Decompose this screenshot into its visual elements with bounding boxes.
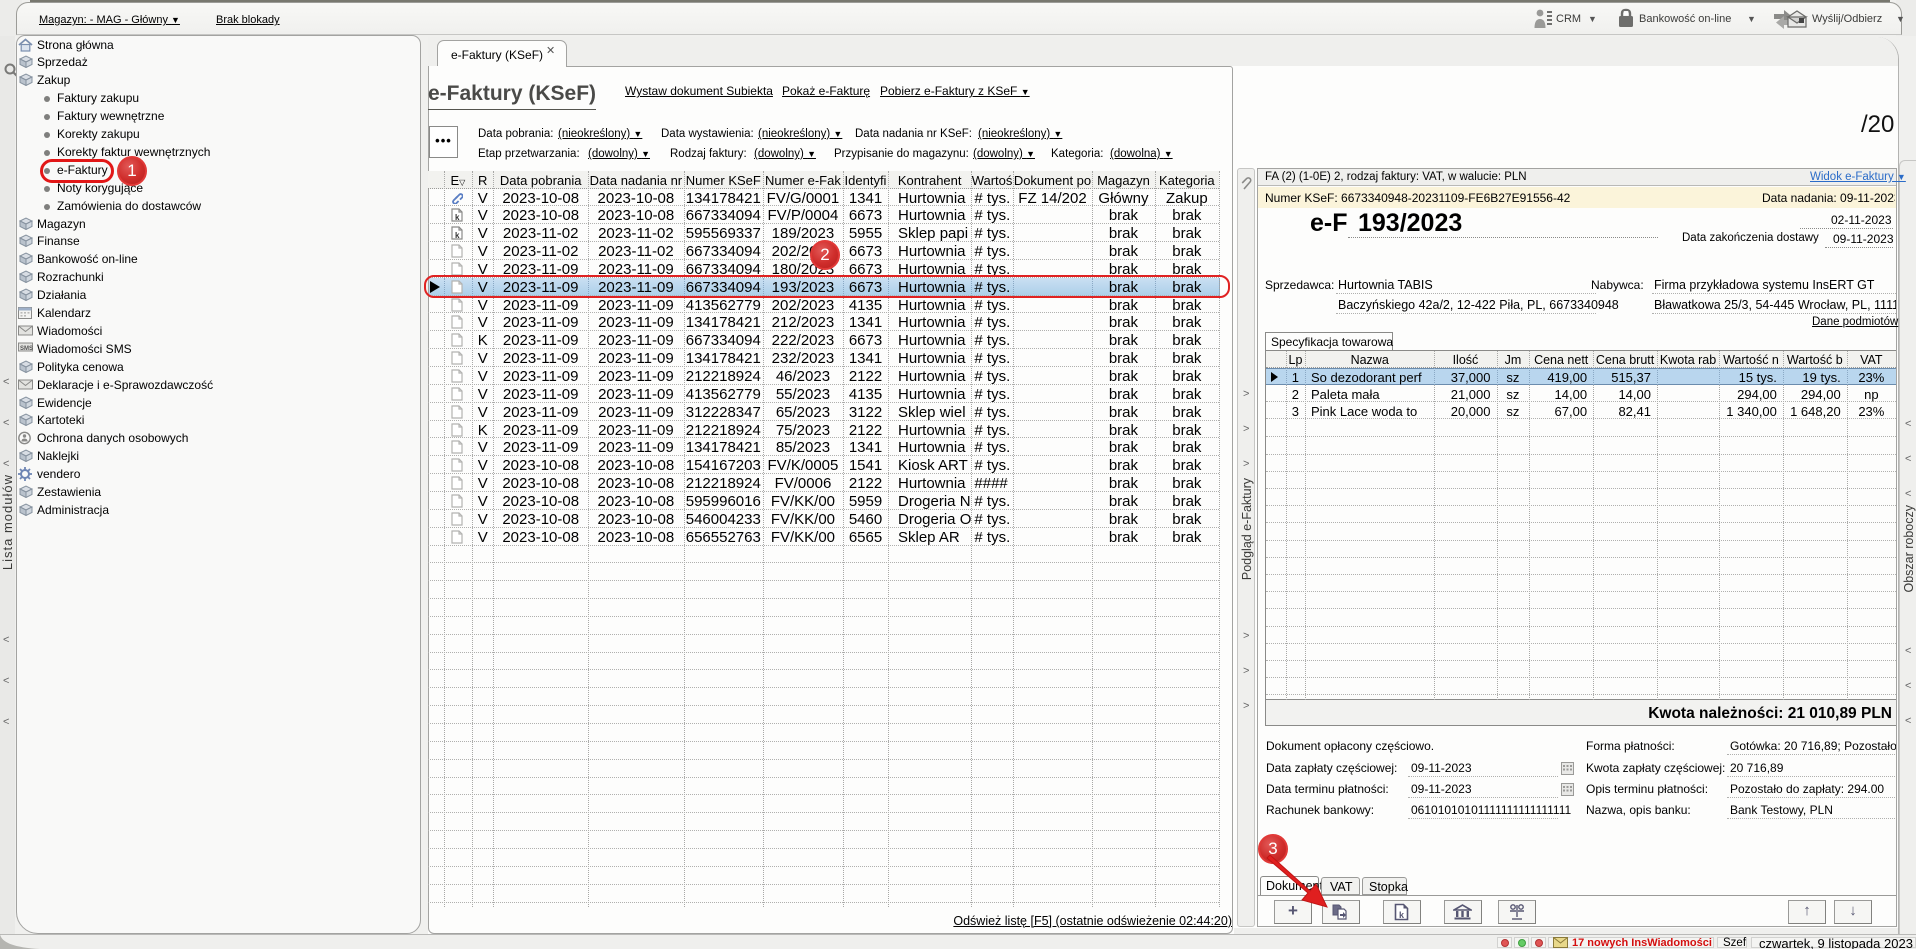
svg-text:k: k [455,231,460,240]
svg-text:SMS: SMS [20,346,33,352]
svg-text:k: k [455,213,460,222]
